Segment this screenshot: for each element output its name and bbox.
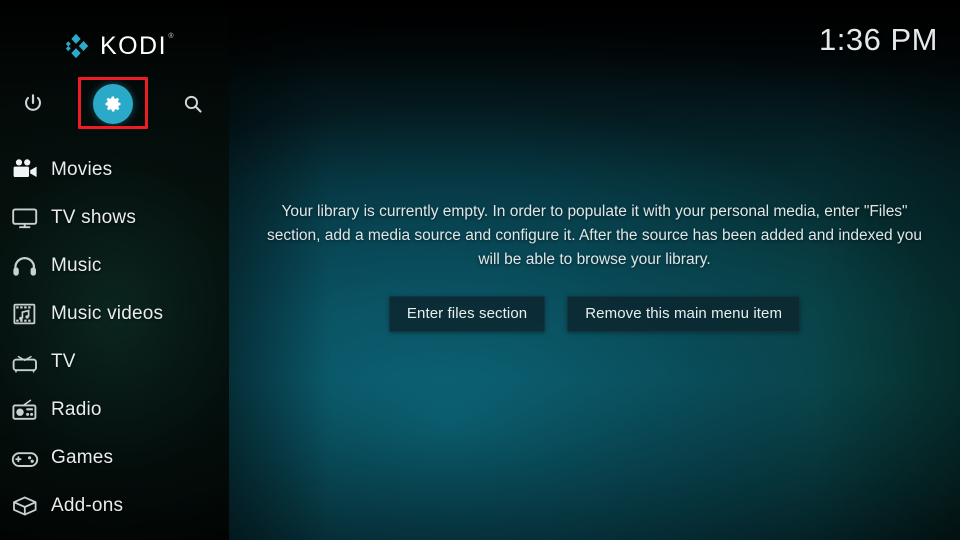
film-music-icon — [8, 299, 42, 329]
kodi-logo-icon — [65, 33, 89, 59]
retro-tv-icon — [8, 347, 42, 377]
top-icon-row — [0, 78, 229, 130]
sidebar-item-label: TV shows — [51, 207, 137, 228]
open-box-icon — [8, 491, 42, 521]
power-button[interactable] — [7, 78, 59, 130]
empty-library-message: Your library is currently empty. In orde… — [267, 203, 922, 268]
gear-icon — [105, 96, 121, 112]
sidebar: KODI ® Movies TV shows Music Music video… — [0, 0, 229, 540]
sidebar-item-add-ons[interactable]: Add-ons — [0, 482, 229, 530]
sidebar-menu: Movies TV shows Music Music videos TV Ra… — [0, 146, 229, 530]
settings-button-circle — [93, 84, 133, 124]
main-panel: Your library is currently empty. In orde… — [229, 0, 960, 540]
sidebar-item-tv-shows[interactable]: TV shows — [0, 194, 229, 242]
sidebar-item-radio[interactable]: Radio — [0, 386, 229, 434]
sidebar-item-label: Add-ons — [51, 495, 124, 516]
sidebar-item-label: Movies — [51, 159, 113, 180]
movie-camera-icon — [8, 155, 42, 185]
remove-main-menu-item-button[interactable]: Remove this main menu item — [567, 296, 801, 332]
enter-files-section-button[interactable]: Enter files section — [388, 296, 546, 332]
kodi-home-screen: KODI ® Movies TV shows Music Music video… — [0, 0, 960, 540]
sidebar-item-label: Games — [51, 447, 114, 468]
sidebar-item-label: Music videos — [51, 303, 164, 324]
television-icon — [8, 203, 42, 233]
logo-trademark: ® — [168, 32, 176, 40]
settings-button[interactable] — [87, 78, 139, 130]
radio-icon — [8, 395, 42, 425]
sidebar-item-tv[interactable]: TV — [0, 338, 229, 386]
sidebar-item-movies[interactable]: Movies — [0, 146, 229, 194]
app-logo: KODI ® — [0, 28, 229, 64]
power-icon — [25, 94, 41, 111]
app-logo-text: KODI ® — [99, 31, 176, 60]
sidebar-item-label: Radio — [51, 399, 102, 420]
sidebar-item-music-videos[interactable]: Music videos — [0, 290, 229, 338]
sidebar-item-music[interactable]: Music — [0, 242, 229, 290]
search-button[interactable] — [167, 78, 219, 130]
sidebar-item-label: Music — [51, 255, 102, 276]
gamepad-icon — [8, 443, 42, 473]
sidebar-item-games[interactable]: Games — [0, 434, 229, 482]
sidebar-item-label: TV — [51, 351, 76, 372]
action-button-row: Enter files section Remove this main men… — [388, 296, 801, 332]
headphones-icon — [8, 251, 42, 281]
search-icon — [184, 95, 202, 113]
